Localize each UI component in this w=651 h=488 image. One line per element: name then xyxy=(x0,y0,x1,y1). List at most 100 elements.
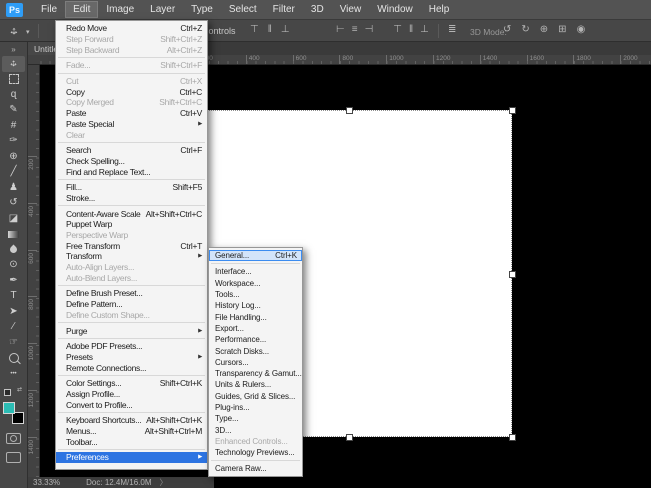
transform-handle[interactable] xyxy=(509,434,516,441)
menu-item-purge[interactable]: Purge▶ xyxy=(56,325,207,336)
menubar-item-edit[interactable]: Edit xyxy=(65,1,98,18)
menu-item-type[interactable]: Type... xyxy=(209,413,302,424)
quick-selection-tool[interactable]: ✎ xyxy=(2,103,25,119)
3d-orbit-icon[interactable]: ↺ xyxy=(503,24,511,35)
align-right-edges-icon[interactable]: ⊣ xyxy=(365,24,374,35)
menu-item-interface[interactable]: Interface... xyxy=(209,266,302,277)
distribute-bottom-edges-icon[interactable]: ⊥ xyxy=(420,24,429,35)
menu-item-adobe-pdf-presets[interactable]: Adobe PDF Presets... xyxy=(56,341,207,352)
menubar-item-3d[interactable]: 3D xyxy=(303,1,332,18)
transform-handle[interactable] xyxy=(346,107,353,114)
pen-tool[interactable]: ✒ xyxy=(2,273,25,289)
clone-stamp-tool[interactable]: ♟ xyxy=(2,180,25,196)
menu-item-convert-to-profile[interactable]: Convert to Profile... xyxy=(56,399,207,410)
eraser-tool[interactable]: ◪ xyxy=(2,211,25,227)
menu-item-general[interactable]: General...Ctrl+K xyxy=(209,250,302,261)
history-brush-tool[interactable]: ↺ xyxy=(2,196,25,212)
line-tool[interactable]: ∕ xyxy=(2,320,25,336)
quick-mask-mode-button[interactable] xyxy=(6,433,21,444)
menu-item-redo-move[interactable]: Redo MoveCtrl+Z xyxy=(56,23,207,34)
menu-item-copy[interactable]: CopyCtrl+C xyxy=(56,86,207,97)
menu-item-remote-connections[interactable]: Remote Connections... xyxy=(56,362,207,373)
status-options-arrow-icon[interactable]: 〉 xyxy=(160,477,168,488)
menu-item-fill[interactable]: Fill...Shift+F5 xyxy=(56,182,207,193)
menu-item-paste-special[interactable]: Paste Special▶ xyxy=(56,119,207,130)
menu-item-workspace[interactable]: Workspace... xyxy=(209,278,302,289)
toolbar-collapse-chevron-icon[interactable]: » xyxy=(0,42,27,56)
spot-healing-brush-tool[interactable]: ⊕ xyxy=(2,149,25,165)
menu-item-export[interactable]: Export... xyxy=(209,323,302,334)
align-horizontal-centers-icon[interactable]: ≡ xyxy=(352,24,358,35)
menubar-item-filter[interactable]: Filter xyxy=(265,1,303,18)
3d-roll-icon[interactable]: ↻ xyxy=(521,24,529,35)
menu-item-toolbar[interactable]: Toolbar... xyxy=(56,436,207,447)
tool-preset-caret-icon[interactable]: ▾ xyxy=(26,28,30,36)
menubar-item-file[interactable]: File xyxy=(33,1,65,18)
3d-scale-icon[interactable]: ◉ xyxy=(577,24,586,35)
align-top-edges-icon[interactable]: ⊤ xyxy=(250,24,259,35)
transform-handle[interactable] xyxy=(346,434,353,441)
menu-item-scratch-disks[interactable]: Scratch Disks... xyxy=(209,345,302,356)
menu-item-define-pattern[interactable]: Define Pattern... xyxy=(56,299,207,310)
3d-slide-icon[interactable]: ⊞ xyxy=(558,24,566,35)
menu-item-camera-raw[interactable]: Camera Raw... xyxy=(209,463,302,474)
blur-tool[interactable] xyxy=(2,242,25,258)
menu-item-find-and-replace-text[interactable]: Find and Replace Text... xyxy=(56,166,207,177)
menu-item-presets[interactable]: Presets▶ xyxy=(56,352,207,363)
menu-item-file-handling[interactable]: File Handling... xyxy=(209,311,302,322)
menubar-item-type[interactable]: Type xyxy=(183,1,221,18)
menu-item-puppet-warp[interactable]: Puppet Warp xyxy=(56,219,207,230)
menu-item-plug-ins[interactable]: Plug-ins... xyxy=(209,402,302,413)
align-bottom-edges-icon[interactable]: ⊥ xyxy=(281,24,290,35)
zoom-tool[interactable] xyxy=(2,351,25,367)
move-tool[interactable]: ↔↕ xyxy=(2,56,25,72)
menu-item-search[interactable]: SearchCtrl+F xyxy=(56,145,207,156)
menu-item-units-rulers[interactable]: Units & Rulers... xyxy=(209,379,302,390)
menubar-item-view[interactable]: View xyxy=(332,1,370,18)
transform-handle[interactable] xyxy=(509,271,516,278)
path-selection-tool[interactable]: ➤ xyxy=(2,304,25,320)
default-colors-icon[interactable] xyxy=(4,389,11,396)
menu-item-color-settings[interactable]: Color Settings...Shift+Ctrl+K xyxy=(56,378,207,389)
dodge-tool[interactable]: ⊙ xyxy=(2,258,25,274)
menubar-item-select[interactable]: Select xyxy=(221,1,265,18)
menu-item-3d[interactable]: 3D... xyxy=(209,424,302,435)
menubar-item-image[interactable]: Image xyxy=(98,1,142,18)
menu-item-free-transform[interactable]: Free TransformCtrl+T xyxy=(56,240,207,251)
menu-item-technology-previews[interactable]: Technology Previews... xyxy=(209,447,302,458)
menubar-item-layer[interactable]: Layer xyxy=(142,1,183,18)
gradient-tool[interactable] xyxy=(2,227,25,243)
transform-handle[interactable] xyxy=(509,107,516,114)
menu-item-check-spelling[interactable]: Check Spelling... xyxy=(56,156,207,167)
menu-item-tools[interactable]: Tools... xyxy=(209,289,302,300)
menu-item-menus[interactable]: Menus...Alt+Shift+Ctrl+M xyxy=(56,426,207,437)
rectangular-marquee-tool[interactable] xyxy=(2,72,25,88)
menu-item-history-log[interactable]: History Log... xyxy=(209,300,302,311)
edit-toolbar-button[interactable]: ••• xyxy=(2,366,25,382)
menu-item-keyboard-shortcuts[interactable]: Keyboard Shortcuts...Alt+Shift+Ctrl+K xyxy=(56,415,207,426)
distribute-spacing-icon[interactable]: ≣ xyxy=(448,24,456,35)
menubar-item-help[interactable]: Help xyxy=(421,1,458,18)
menu-item-paste[interactable]: PasteCtrl+V xyxy=(56,108,207,119)
3d-drag-icon[interactable]: ⊕ xyxy=(540,24,548,35)
type-tool[interactable]: T xyxy=(2,289,25,305)
screen-mode-button[interactable] xyxy=(6,452,21,463)
align-vertical-centers-icon[interactable]: ‖ xyxy=(268,24,272,35)
foreground-color-swatch[interactable] xyxy=(3,402,15,414)
align-left-edges-icon[interactable]: ⊢ xyxy=(336,24,345,35)
menu-item-define-brush-preset[interactable]: Define Brush Preset... xyxy=(56,288,207,299)
swap-colors-icon[interactable]: ⇄ xyxy=(17,386,22,393)
menu-item-transform[interactable]: Transform▶ xyxy=(56,251,207,262)
vertical-ruler[interactable]: 200400600800100012001400 xyxy=(28,65,40,477)
menu-item-preferences[interactable]: Preferences▶ xyxy=(56,452,207,463)
menubar-item-window[interactable]: Window xyxy=(369,1,421,18)
eyedropper-tool[interactable]: ✑ xyxy=(2,134,25,150)
menu-item-assign-profile[interactable]: Assign Profile... xyxy=(56,389,207,400)
crop-tool[interactable]: # xyxy=(2,118,25,134)
menu-item-guides-grid-slices[interactable]: Guides, Grid & Slices... xyxy=(209,391,302,402)
distribute-top-edges-icon[interactable]: ⊤ xyxy=(393,24,402,35)
menu-item-stroke[interactable]: Stroke... xyxy=(56,193,207,204)
menu-item-content-aware-scale[interactable]: Content-Aware ScaleAlt+Shift+Ctrl+C xyxy=(56,208,207,219)
lasso-tool[interactable]: ɋ xyxy=(2,87,25,103)
distribute-vertical-centers-icon[interactable]: ‖ xyxy=(409,24,413,35)
